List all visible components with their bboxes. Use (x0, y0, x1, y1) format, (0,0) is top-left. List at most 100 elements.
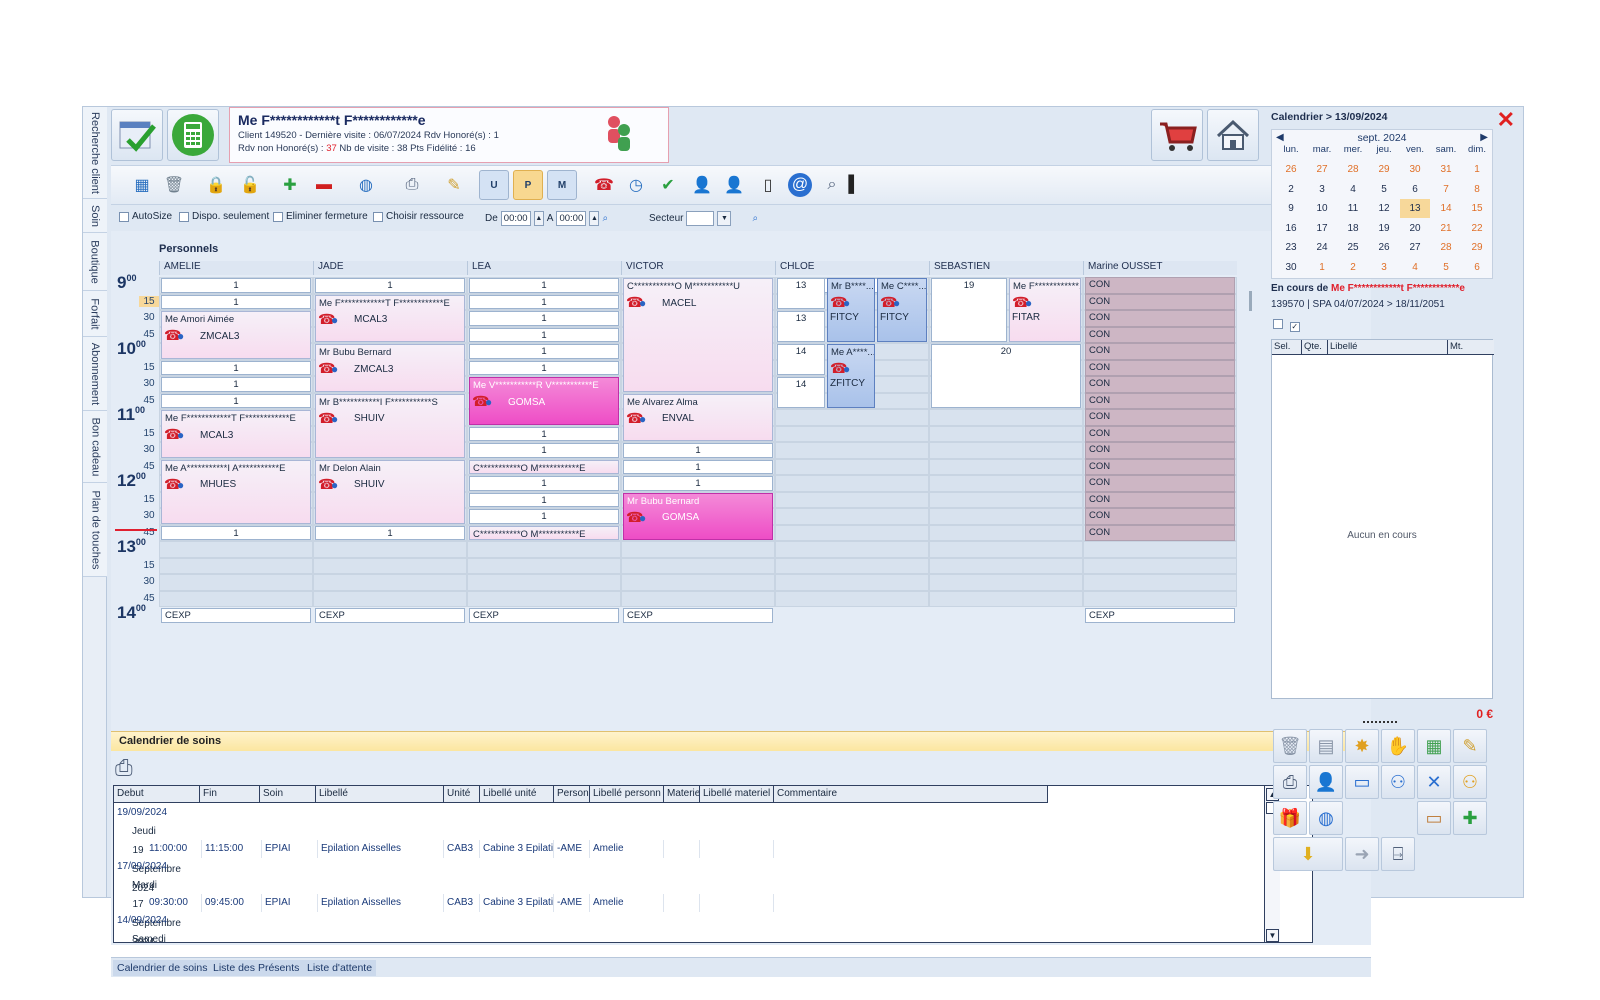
grid-scrollbar[interactable] (1249, 291, 1252, 311)
secteur-search-icon[interactable]: ⌕ (752, 213, 758, 224)
calendar-day[interactable]: 27 (1400, 238, 1430, 257)
calendar-day[interactable]: 1 (1307, 258, 1337, 277)
slot-available[interactable]: 1 (469, 344, 619, 359)
col-header-victor[interactable]: VICTOR (621, 261, 775, 275)
calendar-day[interactable]: 30 (1276, 258, 1306, 277)
slot-available[interactable]: 1 (469, 311, 619, 326)
empty-slot[interactable] (159, 574, 313, 591)
next-month-icon[interactable]: ▶ (1480, 132, 1488, 143)
calendar-day[interactable]: 4 (1338, 180, 1368, 199)
empty-slot[interactable] (929, 442, 1083, 459)
vtab-forfait[interactable]: Forfait (83, 291, 107, 337)
calendar-day[interactable]: 26 (1276, 160, 1306, 179)
receipt-button[interactable]: ▤ (1309, 729, 1343, 763)
calendar-day[interactable]: 12 (1369, 199, 1399, 218)
empty-slot[interactable] (929, 475, 1083, 492)
soins-day-row[interactable]: Jeudi 19 Septembre 2024 (114, 822, 181, 894)
closed-slot[interactable]: CON (1085, 376, 1235, 393)
calendar-day[interactable]: 10 (1307, 199, 1337, 218)
calendar-day[interactable]: 5 (1369, 180, 1399, 199)
soins-day-row[interactable]: Samedi 14 Septembre 2024 (114, 930, 166, 942)
slot-available[interactable]: 14 (777, 344, 825, 375)
tab-liste-attente[interactable]: Liste d'attente (303, 960, 377, 976)
vtab-plan-de-touches[interactable]: Plan de touches (83, 483, 107, 577)
empty-slot[interactable] (467, 557, 621, 574)
appointment[interactable]: Me A***********I A***********E ☎ ● MHUES (161, 459, 311, 524)
en-cours-table[interactable]: Sel. Qte. Libellé Mt. Aucun en cours (1271, 339, 1494, 699)
person-remove-button[interactable]: 👤 (721, 172, 747, 198)
dispo-option[interactable]: Dispo. seulement (179, 211, 269, 222)
slot-available[interactable]: 1 (623, 459, 773, 474)
calendar-day[interactable]: 23 (1276, 238, 1306, 257)
calendar-day[interactable]: 5 (1431, 258, 1461, 277)
closed-slot[interactable]: CON (1085, 310, 1235, 327)
soins-col-header[interactable]: Libellé materiel (700, 786, 774, 803)
closed-slot[interactable]: CON (1085, 326, 1235, 343)
appointment[interactable]: Me F************... ☎ ● FITAR (1009, 278, 1081, 342)
empty-slot[interactable] (621, 557, 775, 574)
empty-slot[interactable] (929, 590, 1083, 607)
empty-slot[interactable] (929, 524, 1083, 541)
empty-slot[interactable] (313, 574, 467, 591)
autosize-option[interactable]: AutoSize (119, 211, 172, 222)
appointment[interactable]: Me V***********R V***********E ☎ ● GOMSA (469, 377, 619, 425)
calendar-day[interactable]: 18 (1338, 219, 1368, 238)
de-spinner[interactable]: ▲ (533, 211, 544, 226)
validate-button[interactable] (111, 109, 163, 161)
empty-slot[interactable] (621, 574, 775, 591)
secteur-select[interactable] (686, 211, 715, 226)
appointment[interactable]: Mr B****... ☎ ● FITCY (827, 278, 875, 342)
appointment[interactable]: Me A****... ☎ ● ZFITCY (827, 344, 875, 408)
slot-available[interactable]: 14 (777, 377, 825, 408)
empty-slot[interactable] (775, 425, 929, 442)
calendar-day[interactable]: 14 (1431, 199, 1461, 218)
slot-available[interactable]: 1 (161, 278, 311, 293)
people-button[interactable]: ⚇ (1453, 765, 1487, 799)
empty-slot[interactable] (929, 425, 1083, 442)
home-button[interactable] (1207, 109, 1259, 161)
empty-slot[interactable] (467, 590, 621, 607)
gift-button[interactable]: 🎁 (1273, 801, 1307, 835)
slot-available[interactable]: 1 (469, 278, 619, 293)
appointment[interactable]: Mr Delon Alain ☎ ● SHUIV (315, 459, 465, 524)
vtab-boutique[interactable]: Boutique (83, 233, 107, 291)
slot-available[interactable]: 19 (931, 278, 1007, 342)
unlock-button[interactable]: 🔓 (237, 172, 263, 198)
cash-button[interactable]: ▦ (1417, 729, 1451, 763)
slot-available[interactable]: 1 (161, 525, 311, 540)
soins-date-row[interactable]: 17/09/2024 (114, 858, 1312, 876)
col-mt[interactable]: Mt. (1448, 340, 1494, 355)
closed-slot[interactable]: CON (1085, 409, 1235, 426)
closed-slot[interactable]: CON (1085, 491, 1235, 508)
col-header-lea[interactable]: LEA (467, 261, 621, 275)
view-m-button[interactable]: M (547, 170, 577, 200)
calendar-day[interactable]: 19 (1369, 219, 1399, 238)
slot-available[interactable]: 1 (315, 525, 465, 540)
closed-slot[interactable]: CON (1085, 293, 1235, 310)
web-button[interactable]: ◍ (1309, 801, 1343, 835)
choisir-checkbox[interactable] (373, 211, 383, 222)
checklist-button[interactable]: ✔ (655, 172, 681, 198)
add-card-button[interactable]: ✚ (1453, 801, 1487, 835)
calendar-day[interactable]: 1 (1462, 160, 1492, 179)
slot-available[interactable]: 1 (161, 377, 311, 392)
empty-slot[interactable] (775, 491, 929, 508)
slot-available[interactable]: 1 (315, 278, 465, 293)
col-header-chloe[interactable]: CHLOE (775, 261, 929, 275)
slot-available[interactable]: 1 (469, 360, 619, 375)
print-soins-button[interactable]: ⎙ (115, 755, 145, 783)
appointment[interactable]: Mr Bubu Bernard ☎ ● ZMCAL3 (315, 344, 465, 392)
forward-button[interactable]: ➜ (1345, 837, 1379, 871)
empty-slot[interactable] (775, 524, 929, 541)
col-header-jade[interactable]: JADE (313, 261, 467, 275)
calendar-day[interactable]: 25 (1338, 238, 1368, 257)
staff-button[interactable]: 👤 (1309, 765, 1343, 799)
delete-button[interactable]: 🗑 (161, 172, 187, 198)
slot-available[interactable]: 1 (469, 509, 619, 524)
calendar-day[interactable]: 30 (1400, 160, 1430, 179)
empty-slot[interactable] (775, 590, 929, 607)
calendar-day[interactable]: 28 (1338, 160, 1368, 179)
list-button[interactable]: ▭ (1345, 765, 1379, 799)
soins-date-row[interactable]: 19/09/2024 (114, 804, 1312, 822)
calendar-day[interactable]: 8 (1462, 180, 1492, 199)
